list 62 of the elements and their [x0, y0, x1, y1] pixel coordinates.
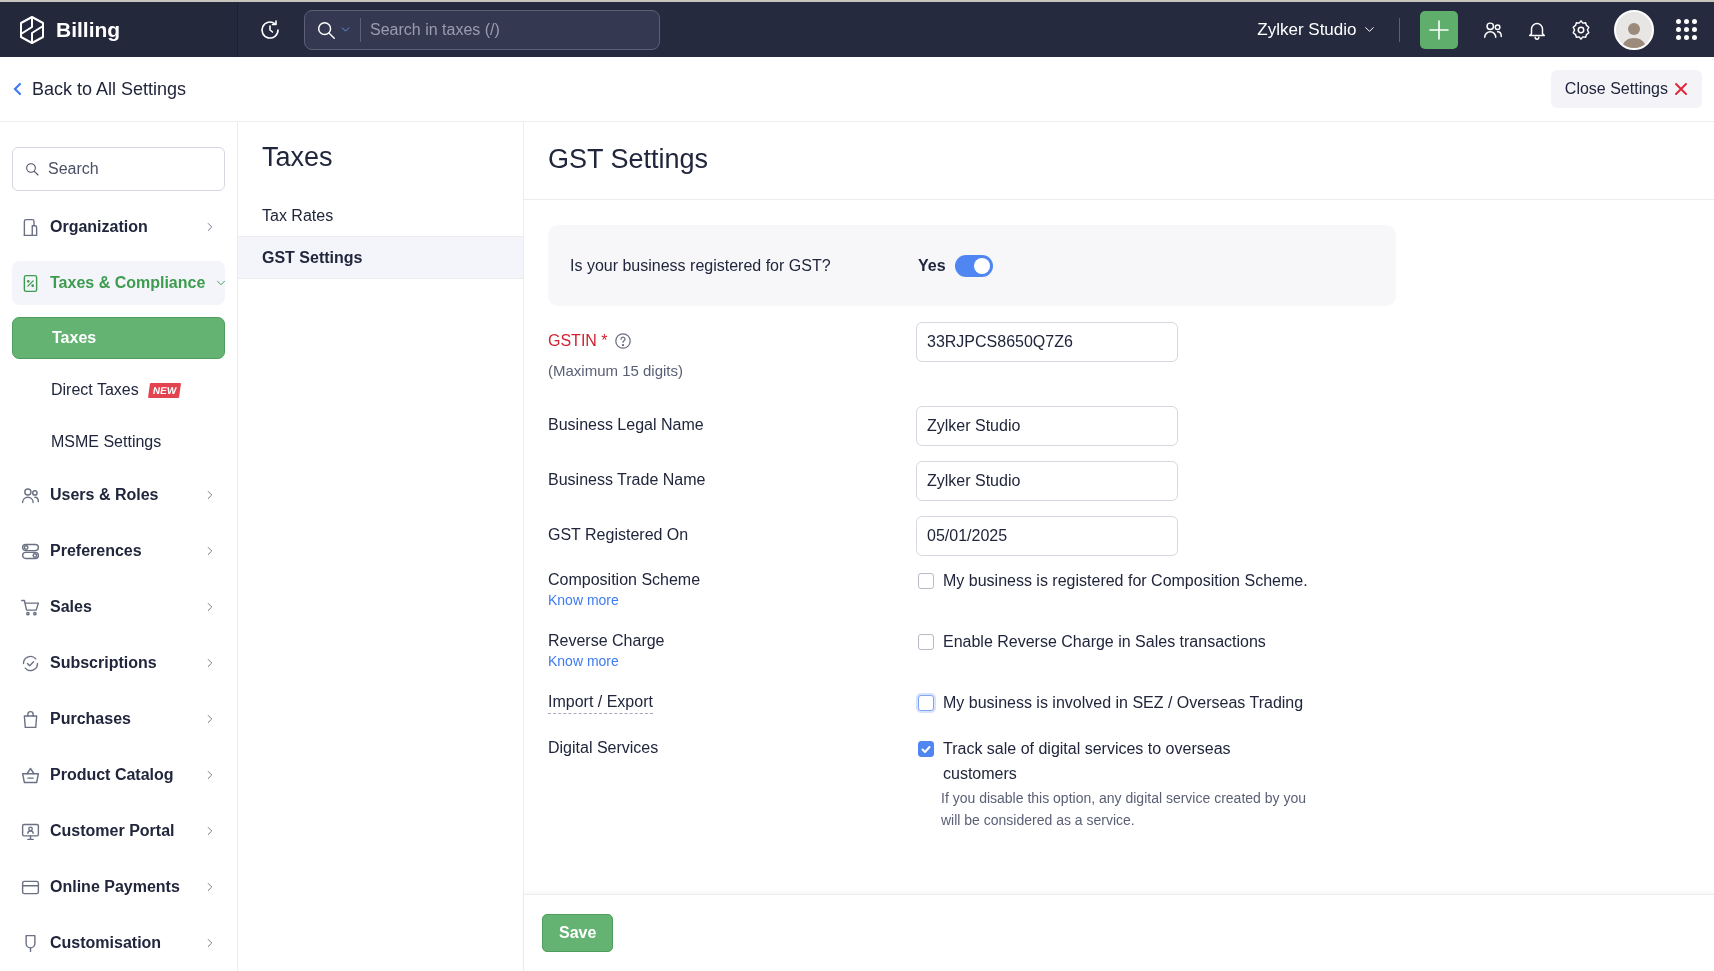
- subpanel-item[interactable]: GST Settings: [238, 237, 523, 279]
- checkbox-label: Enable Reverse Charge in Sales transactions: [943, 632, 1266, 652]
- sidebar-item[interactable]: Subscriptions: [12, 641, 225, 685]
- help-icon[interactable]: [613, 332, 632, 350]
- checkbox[interactable]: [918, 741, 934, 757]
- text-field[interactable]: 33RJPCS8650Q7Z6: [916, 322, 1178, 362]
- sidebar-item[interactable]: Product Catalog: [12, 753, 225, 797]
- sidebar-item[interactable]: Purchases: [12, 697, 225, 741]
- search-scope-dropdown[interactable]: [315, 17, 361, 42]
- field-label: Reverse Charge: [548, 632, 665, 650]
- toggle-switch[interactable]: [954, 254, 993, 277]
- panel-title: Taxes: [262, 142, 334, 173]
- search-input[interactable]: Search in taxes (/): [361, 19, 649, 40]
- close-settings-button[interactable]: Close Settings: [1550, 70, 1702, 108]
- checkbox[interactable]: [918, 634, 934, 650]
- sidebar-item[interactable]: Sales: [12, 585, 225, 629]
- field-label: Import / Export: [548, 693, 653, 714]
- text-field[interactable]: Zylker Studio: [916, 461, 1178, 501]
- checkmark-icon: [920, 743, 932, 755]
- page-title: GST Settings: [524, 122, 1714, 200]
- know-more-link[interactable]: Know more: [548, 592, 619, 608]
- toggle-label: Yes: [918, 256, 946, 275]
- field-label: GSTIN *: [548, 332, 608, 350]
- sidebar-item[interactable]: Customisation: [12, 921, 225, 965]
- field-label: GST Registered On: [548, 526, 689, 544]
- close-icon: [1674, 82, 1688, 96]
- new-badge: NEW: [147, 382, 182, 398]
- logo-icon: [17, 14, 47, 45]
- text-field[interactable]: Zylker Studio: [916, 406, 1178, 446]
- sidebar-item[interactable]: Customer Portal: [12, 809, 225, 853]
- sidebar-item[interactable]: Organization: [12, 205, 225, 249]
- question-text: Is your business registered for GST?: [570, 256, 832, 275]
- avatar[interactable]: [1614, 9, 1654, 50]
- sidebar-item[interactable]: Online Payments: [12, 865, 225, 909]
- text-field[interactable]: 05/01/2025: [916, 516, 1178, 556]
- checkbox-label: My business is involved in SEZ / Overseas Trading: [943, 693, 1304, 713]
- field-label: Business Legal Name: [548, 416, 704, 434]
- field-label: Business Trade Name: [548, 471, 706, 489]
- know-more-link[interactable]: Know more: [548, 653, 619, 669]
- app-name: Billing: [56, 17, 121, 42]
- organization-switcher[interactable]: Zylker Studio: [1257, 19, 1377, 40]
- plus-icon: [1427, 17, 1451, 42]
- sidebar-item[interactable]: Preferences: [12, 529, 225, 573]
- checkbox-label: Track sale of digital services to overseas customers: [943, 739, 1232, 784]
- history-icon[interactable]: [258, 17, 282, 42]
- sidebar-subitem[interactable]: MSME Settings: [12, 421, 225, 463]
- help-text: If you disable this option, any digital service created by you will be considered as a service.: [940, 789, 1307, 830]
- add-button[interactable]: [1420, 10, 1458, 49]
- back-link[interactable]: Back to All Settings: [12, 78, 187, 100]
- sidebar-item[interactable]: Users & Roles: [12, 473, 225, 517]
- search-bar[interactable]: Search in taxes (/): [304, 9, 660, 50]
- field-label: Digital Services: [548, 739, 659, 757]
- field-label: Composition Scheme: [548, 571, 701, 589]
- checkbox[interactable]: [918, 573, 934, 589]
- apps-grid-icon[interactable]: [1676, 19, 1697, 40]
- checkbox-label: My business is registered for Composition Scheme.: [943, 571, 1308, 591]
- search-icon: [24, 161, 40, 177]
- search-field[interactable]: Search: [12, 147, 225, 191]
- settings-icon[interactable]: [1570, 18, 1592, 41]
- sidebar-subitem[interactable]: Direct Taxes NEW: [12, 369, 225, 411]
- chevron-left-icon: [12, 82, 24, 96]
- field-hint: (Maximum 15 digits): [548, 362, 684, 379]
